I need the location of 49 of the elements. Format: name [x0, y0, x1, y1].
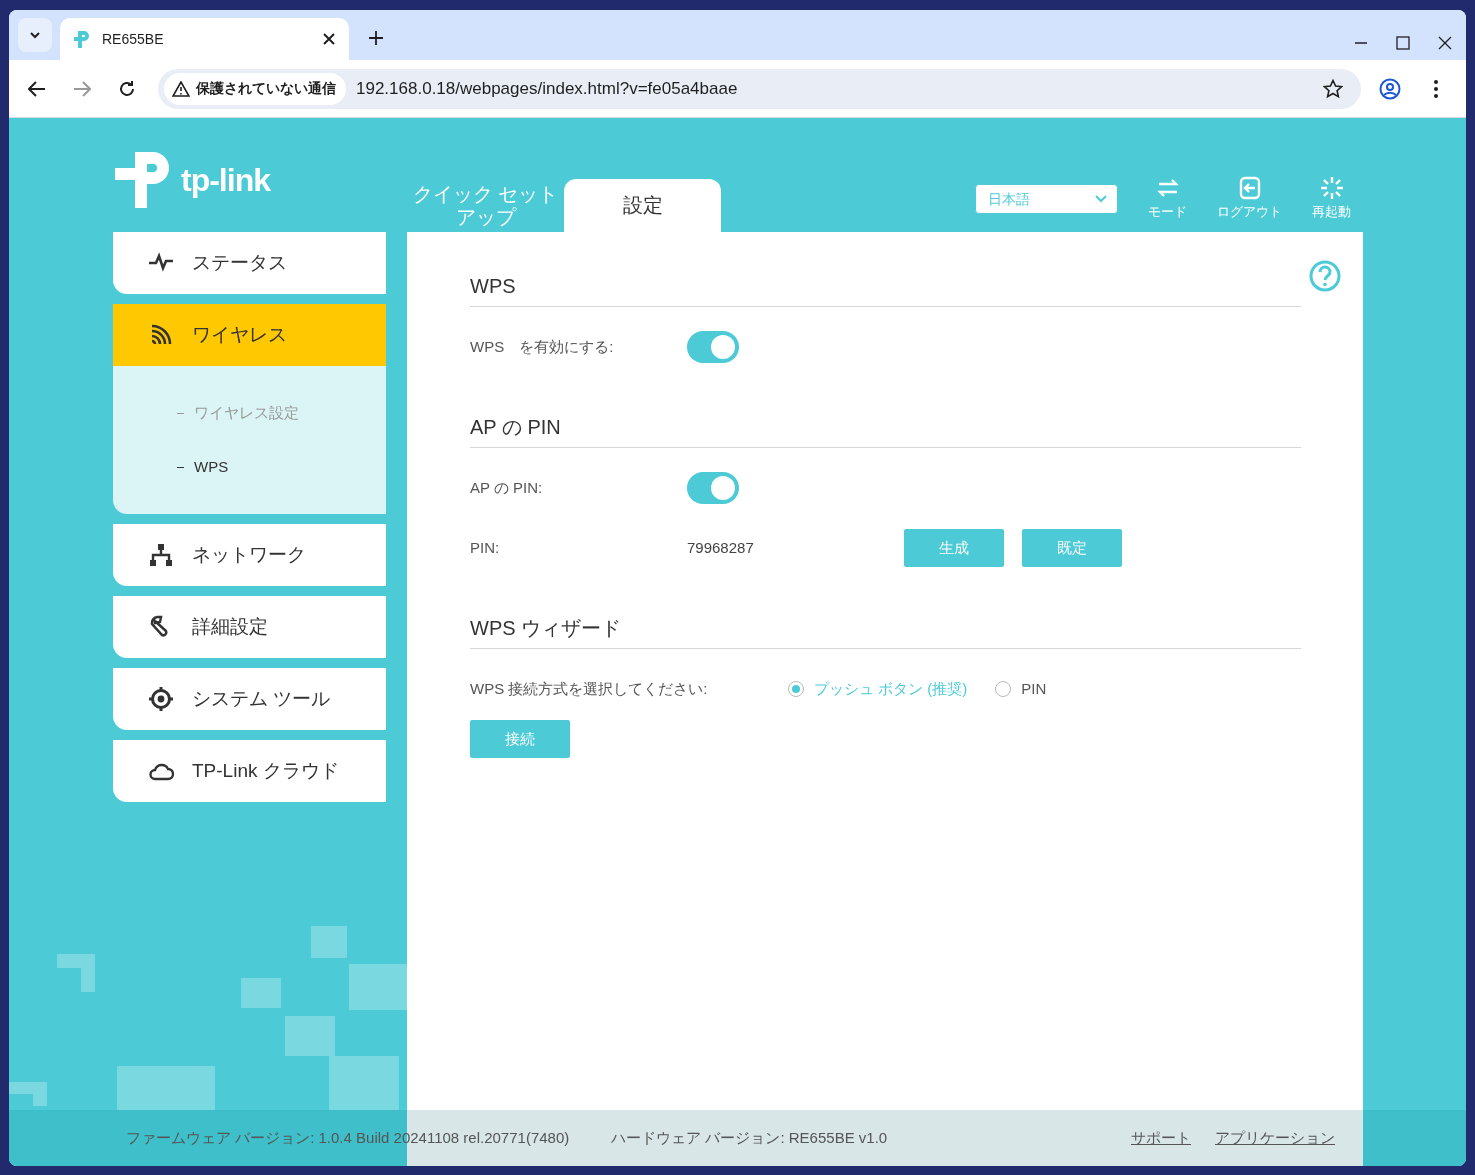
- footer-link[interactable]: アプリケーション: [1215, 1126, 1335, 1150]
- profile-icon[interactable]: [1379, 77, 1401, 100]
- dash-icon: [177, 412, 184, 414]
- url-text: 192.168.0.18/webpages/index.html?v=fe05a4baae: [356, 77, 738, 100]
- warning-icon: [172, 80, 190, 97]
- toggle-switch[interactable]: [687, 331, 739, 363]
- field-label: WPS 接続方式を選択してください:: [470, 678, 709, 699]
- field-label: AP の PIN:: [470, 477, 544, 498]
- maximize-icon[interactable]: [1396, 36, 1410, 50]
- section-title: WPS ウィザード: [470, 616, 1301, 649]
- tab-list-button[interactable]: [18, 18, 52, 52]
- new-tab-icon[interactable]: [369, 31, 383, 45]
- sidebar-item[interactable]: ステータス: [113, 232, 386, 294]
- sidebar-item[interactable]: TP-Link クラウド: [113, 740, 386, 802]
- footer-link[interactable]: サポート: [1131, 1126, 1191, 1150]
- hardware-version-text: ハードウェア バージョン: RE655BE v1.0: [611, 1127, 888, 1148]
- logout-icon: [1237, 176, 1262, 201]
- section-title: WPS: [470, 274, 1301, 307]
- dash-icon: [177, 466, 184, 468]
- chevron-down-icon: [1095, 195, 1107, 203]
- forward-icon[interactable]: [73, 79, 91, 98]
- tab-title: RE655BE: [102, 29, 164, 49]
- security-chip[interactable]: 保護されていない通信: [164, 72, 346, 105]
- reload-icon[interactable]: [118, 79, 136, 98]
- close-icon[interactable]: [323, 33, 335, 45]
- network-icon: [148, 542, 174, 568]
- sidebar-item[interactable]: システム ツール: [113, 668, 386, 730]
- section-title: AP の PIN: [470, 415, 1301, 448]
- toggle-switch[interactable]: [687, 472, 739, 504]
- radio-option[interactable]: PIN: [995, 677, 1047, 701]
- address-bar[interactable]: 保護されていない通信 192.168.0.18/webpages/index.html?v=fe05a4baae: [158, 68, 1361, 109]
- menu-icon[interactable]: [1434, 79, 1438, 98]
- gear-icon: [148, 686, 174, 712]
- radio-button[interactable]: [788, 681, 804, 697]
- nav-tab[interactable]: 設定: [564, 179, 721, 232]
- reboot-icon: [1319, 176, 1344, 201]
- sidebar-item[interactable]: ワイヤレス: [113, 304, 386, 366]
- back-icon[interactable]: [28, 79, 46, 98]
- field-label: PIN:: [470, 537, 501, 558]
- logo-text: tp-link: [181, 161, 270, 200]
- pin-value: 79968287: [687, 537, 755, 558]
- sidebar-item[interactable]: 詳細設定: [113, 596, 386, 658]
- sidebar-item[interactable]: ネットワーク: [113, 524, 386, 586]
- star-icon[interactable]: [1323, 78, 1343, 99]
- radio-button[interactable]: [995, 681, 1012, 697]
- close-icon[interactable]: [1438, 36, 1452, 50]
- browser-tab[interactable]: RE655BE: [60, 18, 349, 60]
- submenu-item[interactable]: WPS: [194, 440, 235, 494]
- field-label: WPS を有効にする:: [470, 336, 615, 357]
